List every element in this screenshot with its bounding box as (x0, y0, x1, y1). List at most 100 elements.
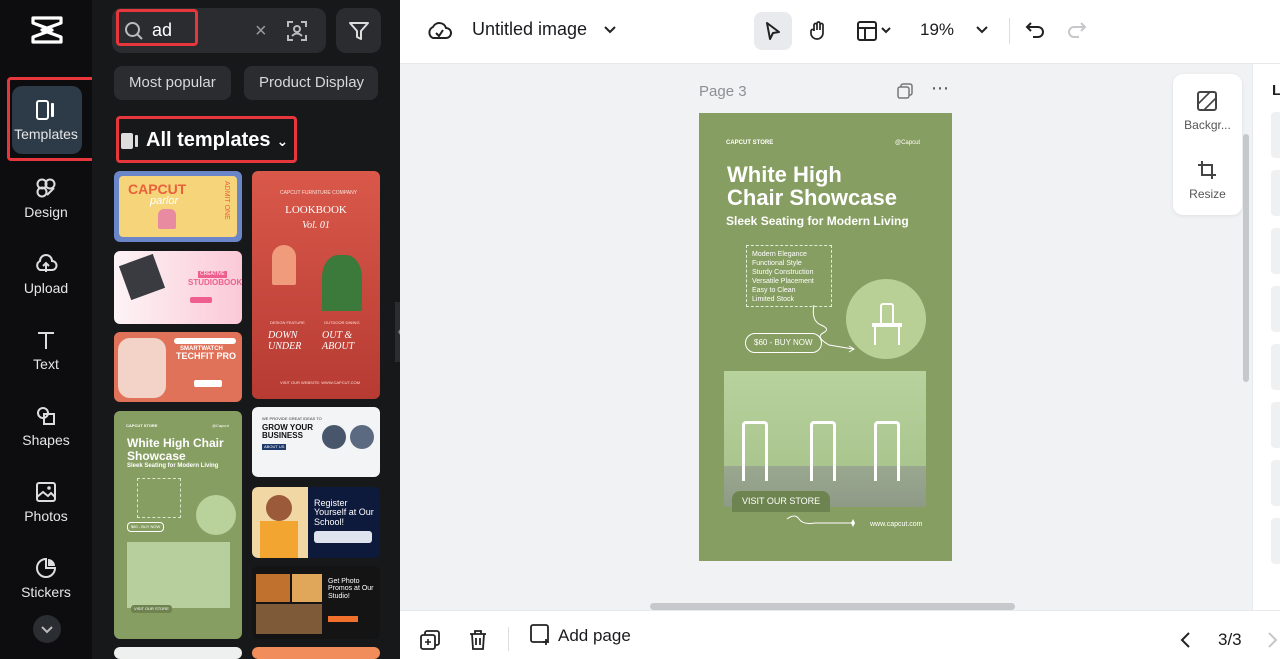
rail-item-text[interactable]: Text (0, 320, 92, 388)
avatars-row (314, 531, 372, 543)
thumb-text: Vol. 01 (302, 220, 330, 231)
rail-item-photos[interactable]: Photos (0, 472, 92, 540)
design-price-button: $60 - BUY NOW (745, 333, 822, 354)
thumb-text: GROW YOUR BUSINESS (262, 423, 313, 441)
thumb-text: LOOKBOOK (285, 204, 347, 216)
filter-icon (349, 22, 369, 40)
rail-item-upload[interactable]: Upload (0, 244, 92, 312)
feature-item: Versatile Placement (752, 278, 814, 285)
more-options-icon[interactable]: ⋯ (931, 78, 949, 99)
image-search-icon[interactable] (286, 20, 308, 42)
lamp-graphic (272, 245, 296, 285)
background-label[interactable]: Backgr... (1173, 118, 1242, 132)
layer-item[interactable] (1271, 286, 1280, 332)
feature-item: Modern Elegance (752, 251, 807, 258)
thumb-text: parlor (150, 195, 179, 207)
layer-item[interactable] (1271, 112, 1280, 158)
template-partial[interactable] (252, 647, 380, 659)
design-title-line2: Chair Showcase (727, 185, 897, 210)
document-title[interactable]: Untitled image (472, 19, 587, 40)
rail-item-shapes[interactable]: Shapes (0, 396, 92, 464)
search-icon (125, 22, 143, 40)
resize-label[interactable]: Resize (1173, 187, 1242, 201)
feature-item: Easy to Clean (752, 287, 796, 294)
all-templates-dropdown[interactable]: All templates ⌄ (120, 118, 288, 162)
page-label: Page 3 (699, 83, 747, 100)
design-subtitle: Sleek Seating for Modern Living (726, 214, 909, 228)
chair-back (880, 303, 894, 323)
thumb-text: DOWN UNDER (268, 330, 302, 352)
add-page-button[interactable]: Add page (530, 624, 631, 646)
template-photo-studio[interactable]: Get Photo Promos at Our Studio! (252, 566, 380, 639)
thumb-text: VISIT OUR STORE (131, 605, 172, 614)
layer-item[interactable] (1271, 460, 1280, 506)
undo-icon[interactable] (1024, 19, 1046, 41)
resize-icon[interactable] (1197, 160, 1217, 180)
hand-tool-button[interactable] (799, 12, 837, 50)
rail-item-design[interactable]: Design (0, 168, 92, 236)
thumb-text: $60 - BUY NOW (127, 522, 165, 533)
templates-icon (121, 133, 138, 149)
layer-item[interactable] (1271, 518, 1280, 564)
thumb-text: WE PROVIDE GREAT IDEAS TO (262, 416, 322, 421)
vertical-scrollbar[interactable] (1243, 134, 1249, 382)
filter-button[interactable] (336, 8, 381, 53)
rail-item-templates[interactable]: Templates (0, 80, 92, 154)
thumb-text: VISIT OUR WEBSITE: WWW.CAPCUT.COM (280, 380, 360, 385)
layer-item[interactable] (1271, 170, 1280, 216)
redo-icon[interactable] (1066, 19, 1088, 41)
design-visit-button: VISIT OUR STORE (732, 491, 831, 513)
duplicate-page-icon[interactable] (897, 83, 913, 99)
right-panel-heading: L (1272, 82, 1280, 99)
background-icon[interactable] (1197, 91, 1217, 111)
duplicate-page-icon[interactable] (420, 630, 440, 650)
add-page-label: Add page (558, 626, 631, 645)
template-lookbook[interactable]: CAPCUT FURNITURE COMPANY LOOKBOOK Vol. 0… (252, 171, 380, 399)
template-grow-business[interactable]: WE PROVIDE GREAT IDEAS TO GROW YOUR BUSI… (252, 407, 380, 477)
feature-item: Functional Style (752, 260, 802, 267)
template-white-chair-mini[interactable]: CAPCUT STORE @Capcut White High Chair Sh… (114, 411, 242, 639)
clear-search-icon[interactable]: × (255, 20, 267, 43)
layer-item[interactable] (1271, 402, 1280, 448)
design-title-line1: White High (727, 162, 842, 187)
rail-item-stickers[interactable]: Stickers (0, 548, 92, 616)
template-school[interactable]: Register Yourself at Our School! (252, 487, 380, 558)
smartwatch-graphic (118, 338, 166, 398)
template-studiobook[interactable]: CREATIVE STUDIOBOOK (114, 251, 242, 324)
template-partial[interactable] (114, 647, 242, 659)
layer-item[interactable] (1271, 344, 1280, 390)
chevron-down-icon (41, 626, 53, 634)
template-techfit[interactable]: SMARTWATCH TECHFIT PRO (114, 332, 242, 402)
trash-icon[interactable] (468, 629, 488, 651)
capcut-logo-icon[interactable] (30, 14, 64, 46)
select-tool-button[interactable] (754, 12, 792, 50)
rail-more-button[interactable] (33, 615, 61, 643)
swirl-line-icon (786, 515, 855, 527)
divider (508, 627, 509, 651)
thumb-text: ABOUT US (262, 444, 287, 451)
add-page-icon (530, 624, 549, 645)
bottom-bar: Add page 3/3 (400, 610, 1280, 659)
thumb-text: CAPCUT STORE (126, 423, 158, 428)
search-input[interactable] (152, 18, 252, 42)
chevron-right-icon[interactable] (1266, 631, 1280, 649)
template-capcut-parlor[interactable]: CAPCUT parlor ADMIT ONE (114, 171, 242, 242)
chevron-down-icon[interactable] (974, 22, 990, 38)
layout-tool-button[interactable] (848, 12, 900, 50)
chevron-left-icon[interactable] (1178, 631, 1194, 649)
rail-label-shapes: Shapes (22, 432, 70, 448)
chevron-down-icon[interactable] (602, 22, 618, 38)
thumb-text: Sleek Seating for Modern Living (127, 463, 219, 469)
cloud-icon[interactable] (426, 18, 452, 44)
chip-product-display[interactable]: Product Display (244, 66, 378, 100)
rail-label-upload: Upload (23, 280, 69, 296)
feature-list-box: Modern Elegance Functional Style Sturdy … (746, 245, 832, 307)
chip-most-popular[interactable]: Most popular (114, 66, 231, 100)
cursor-icon (766, 22, 780, 40)
design-page[interactable]: CAPCUT STORE @Capcut White High Chair Sh… (699, 113, 952, 561)
chair-shape (874, 421, 900, 481)
horizontal-scrollbar[interactable] (650, 603, 1015, 610)
zoom-level[interactable]: 19% (920, 20, 954, 40)
stickers-icon (36, 557, 57, 578)
layer-item[interactable] (1271, 228, 1280, 274)
